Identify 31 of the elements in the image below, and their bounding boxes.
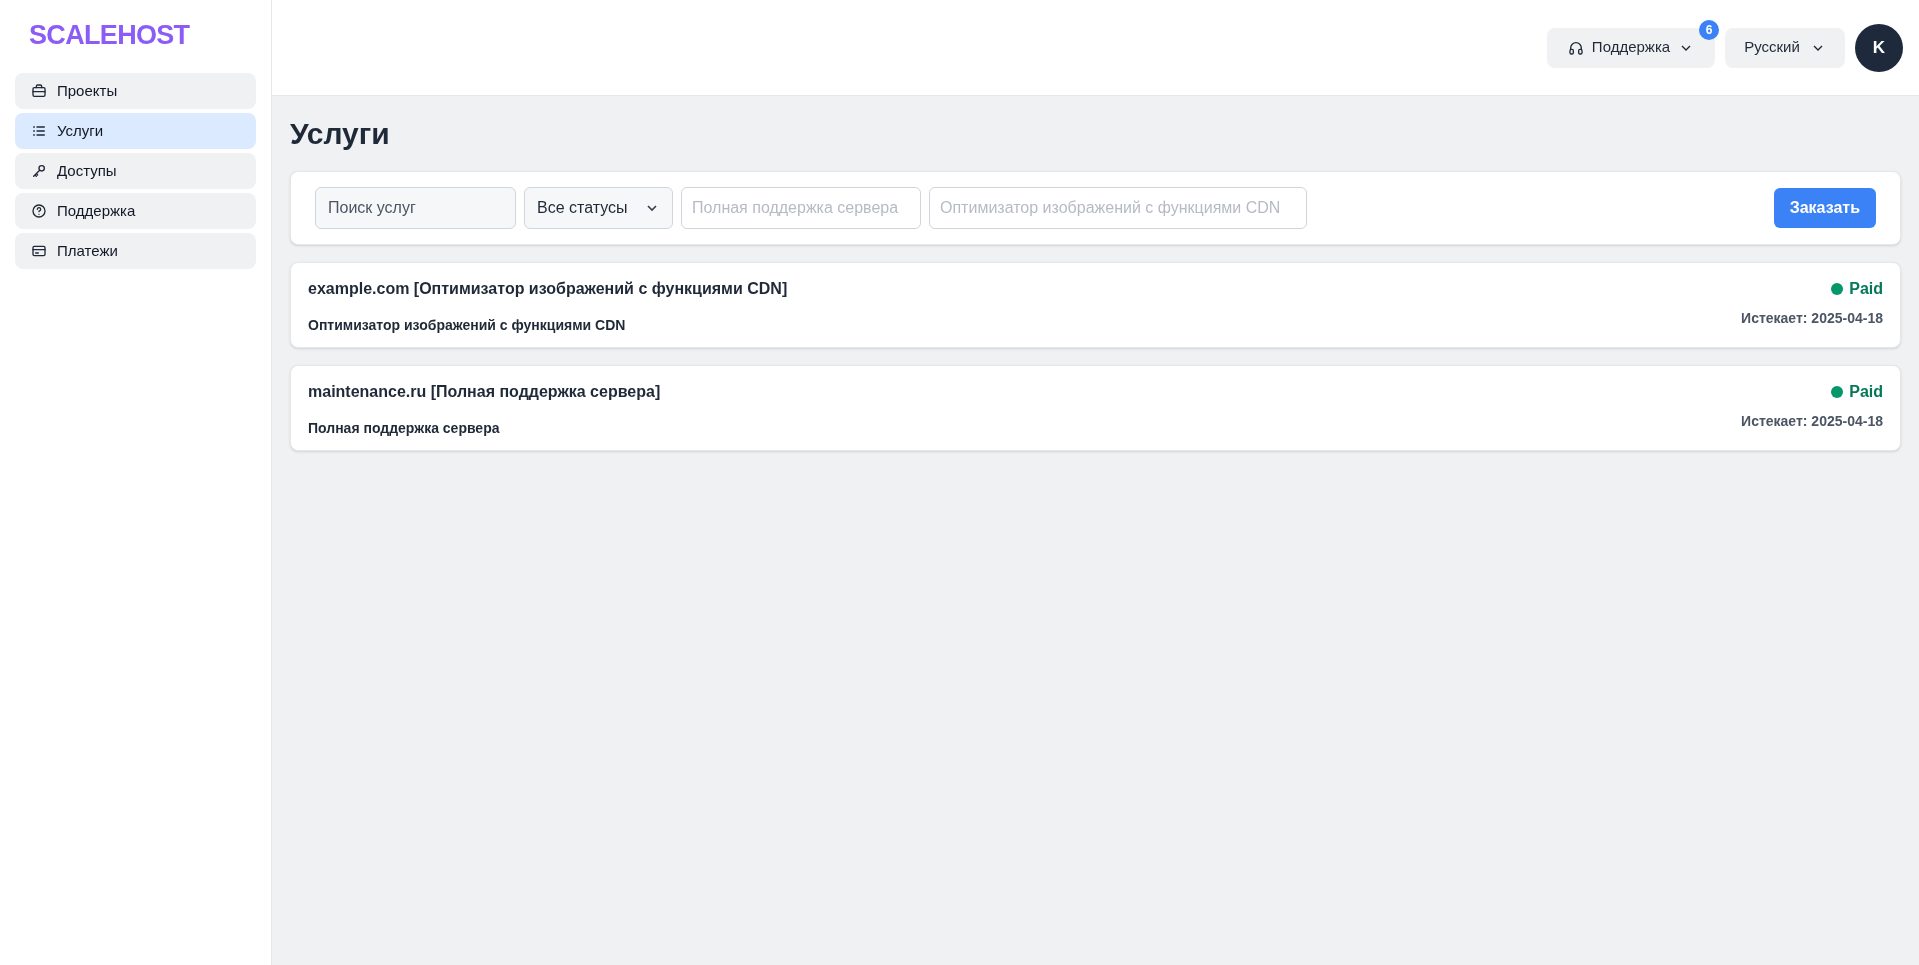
service-title: maintenance.ru [Полная поддержка сервера]	[308, 382, 661, 402]
service-description: Полная поддержка сервера	[308, 419, 501, 438]
status-label: Paid	[1849, 382, 1883, 402]
sidebar-item[interactable]: Проекты	[15, 73, 256, 109]
sidebar-item[interactable]: Доступы	[15, 153, 256, 189]
search-field[interactable]: Поиск услуг	[315, 187, 516, 229]
list-icon	[31, 123, 47, 139]
service-title: example.com [Оптимизатор изображений с функциями CDN]	[308, 279, 788, 299]
briefcase-icon	[31, 83, 47, 99]
status-label: Paid	[1849, 279, 1883, 299]
credit-card-icon	[31, 243, 47, 259]
sidebar-item[interactable]: Услуги	[15, 113, 256, 149]
logo[interactable]: SCALEHOST	[29, 15, 190, 56]
filter-field[interactable]: Оптимизатор изображений с функциями CDN	[929, 187, 1307, 229]
question-circle-icon	[31, 203, 47, 219]
expiry-date: Истекает: 2025-04-18	[1741, 412, 1883, 431]
service-description: Оптимизатор изображений с функциями CDN	[308, 316, 627, 335]
service-card[interactable]: maintenance.ru [Полная поддержка сервера] Полная поддержка сервера Paid Истекает: 2025-04-18	[290, 365, 1901, 451]
language-dropdown[interactable]: Русский	[1725, 27, 1845, 68]
headphones-icon	[1567, 39, 1584, 56]
service-card[interactable]: example.com [Оптимизатор изображений с функциями CDN] Оптимизатор изображений с функциями CDN Paid Истекает: 2025-04-18	[290, 262, 1901, 348]
sidebar-item[interactable]: Поддержка	[15, 193, 256, 229]
status-select[interactable]: Все статусы	[524, 187, 673, 229]
sidebar-item[interactable]: Платежи	[15, 233, 256, 269]
page-title: Услуги	[290, 116, 390, 152]
expiry-date: Истекает: 2025-04-18	[1741, 309, 1883, 328]
filter-field[interactable]: Полная поддержка сервера	[681, 187, 921, 229]
order-button[interactable]: Заказать	[1773, 188, 1876, 228]
user-avatar[interactable]: K	[1855, 23, 1903, 72]
notification-badge: 6	[1699, 19, 1719, 40]
key-icon	[31, 163, 47, 179]
